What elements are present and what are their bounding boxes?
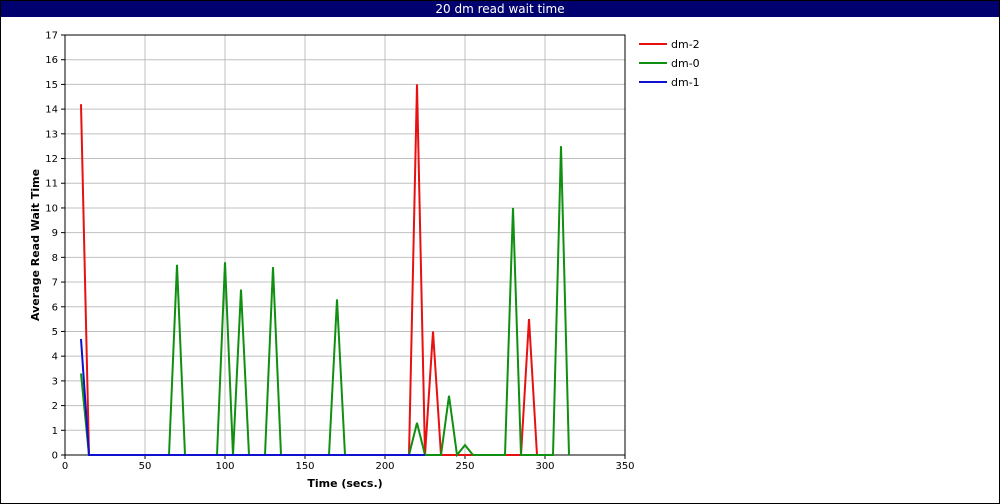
y-tick-label: 15 <box>45 80 58 91</box>
x-axis-label: Time (secs.) <box>307 477 382 490</box>
y-tick-label: 3 <box>52 376 58 387</box>
y-tick-label: 17 <box>45 31 58 42</box>
y-tick-label: 16 <box>45 55 58 66</box>
y-tick-label: 1 <box>52 426 58 437</box>
x-tick-label: 150 <box>295 461 314 472</box>
y-tick-label: 7 <box>52 278 58 289</box>
x-tick-label: 200 <box>375 461 394 472</box>
legend-entry-dm-0: dm-0 <box>671 57 700 70</box>
y-tick-label: 14 <box>45 105 58 116</box>
series-lines <box>80 84 570 458</box>
x-tick-label: 350 <box>615 461 634 472</box>
y-tick-label: 13 <box>45 129 58 140</box>
series-line-dm-2 <box>80 84 545 456</box>
x-tick-label: 100 <box>215 461 234 472</box>
legend-entry-dm-1: dm-1 <box>671 76 700 89</box>
y-tick-label: 4 <box>52 352 58 363</box>
y-tick-label: 11 <box>45 179 58 190</box>
x-tick-label: 250 <box>455 461 474 472</box>
y-tick-label: 10 <box>45 203 58 214</box>
y-tick-label: 8 <box>52 253 58 264</box>
y-tick-label: 9 <box>52 228 58 239</box>
line-chart: 0 50 100 150 200 250 300 3500123456789101112131… <box>29 31 700 491</box>
y-tick-label: 2 <box>52 401 58 412</box>
x-tick-label: 300 <box>535 461 554 472</box>
y-tick-label: 0 <box>52 451 58 462</box>
x-tick-label: 0 <box>62 461 68 472</box>
series-line-dm-0 <box>80 146 570 458</box>
y-tick-label: 12 <box>45 154 58 165</box>
y-axis-label: Average Read Wait Time <box>29 169 42 321</box>
legend-entry-dm-2: dm-2 <box>671 38 700 51</box>
plot-area <box>64 34 626 456</box>
x-tick-label: 50 <box>139 461 152 472</box>
legend: dm-2 dm-0 dm-1 <box>639 38 700 89</box>
y-tick-label: 6 <box>52 302 58 313</box>
y-tick-label: 5 <box>52 327 58 338</box>
grid-lines <box>65 35 625 455</box>
